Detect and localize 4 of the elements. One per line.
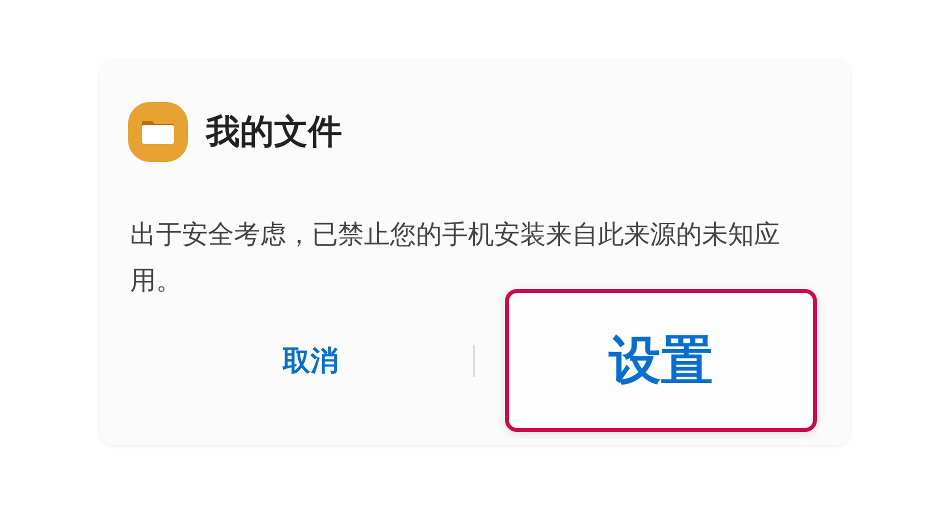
highlighted-button[interactable]: 设置: [505, 289, 817, 432]
folder-icon: [128, 102, 188, 162]
dialog-button[interactable]: 取消: [128, 330, 473, 390]
dialog-title: 我的文件: [206, 111, 342, 154]
